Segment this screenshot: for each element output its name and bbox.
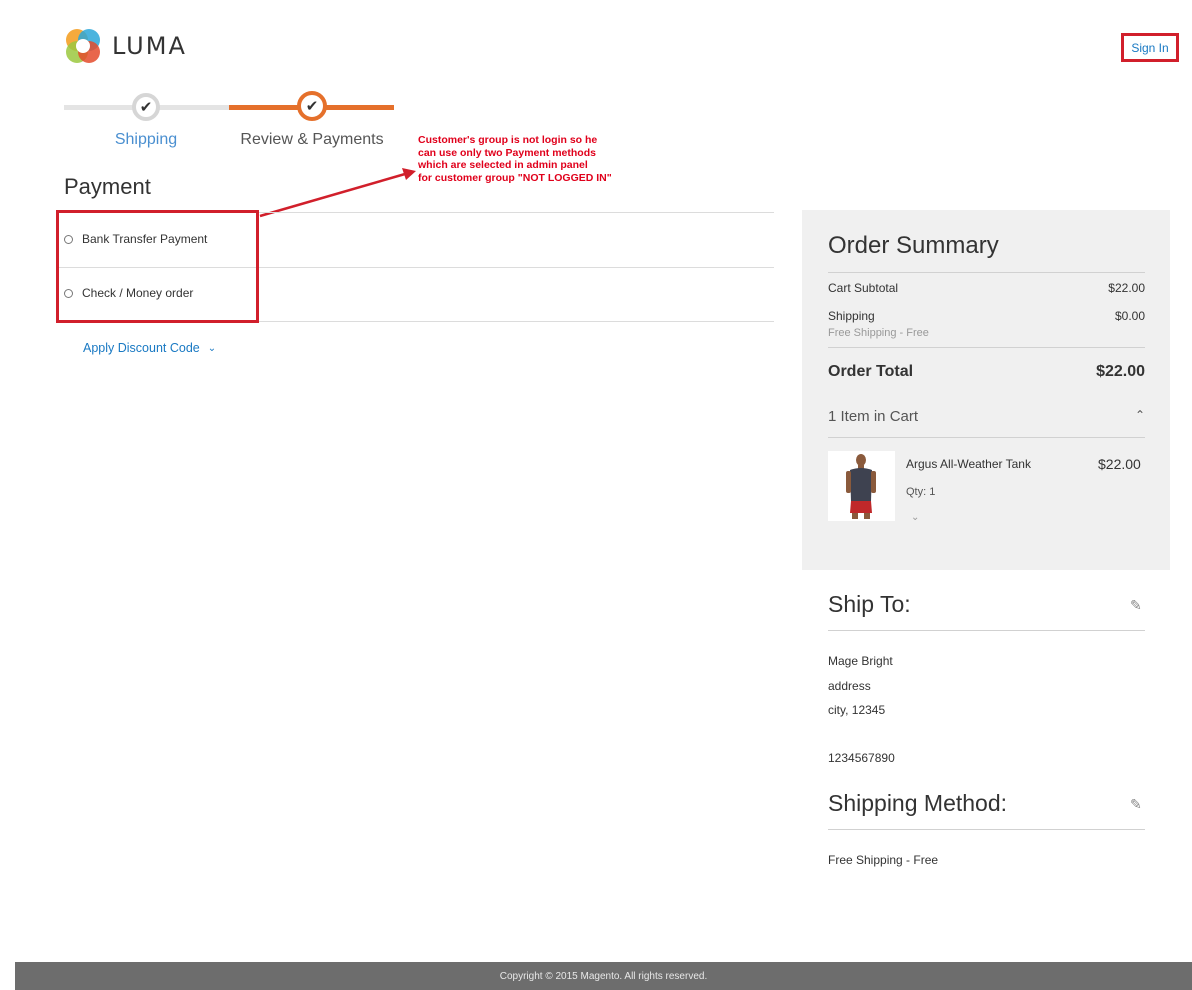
shipping-method-value: Free Shipping - Free <box>828 853 939 867</box>
order-summary-title: Order Summary <box>828 232 999 259</box>
product-name: Argus All-Weather Tank <box>906 457 1031 471</box>
footer: Copyright © 2015 Magento. All rights res… <box>15 962 1192 990</box>
items-in-cart-toggle[interactable]: 1 Item in Cart ⌃ <box>828 408 1145 425</box>
ship-to-phone: 1234567890 <box>828 751 895 765</box>
step-review-label: Review & Payments <box>240 131 384 148</box>
cart-subtotal-row: Cart Subtotal $22.00 <box>828 281 1145 295</box>
logo-text: LUMA <box>112 32 187 60</box>
sign-in-highlight: Sign In <box>1121 33 1179 62</box>
order-total-row: Order Total $22.00 <box>828 363 1145 381</box>
ship-to-title: Ship To: <box>828 591 911 617</box>
step-review-check-icon: ✔ <box>297 91 327 121</box>
edit-pencil-icon[interactable]: ✎ <box>1130 796 1142 813</box>
product-qty: Qty: 1 <box>906 486 936 498</box>
apply-discount-label: Apply Discount Code <box>83 341 200 355</box>
shipping-value: $0.00 <box>1114 309 1145 323</box>
shipping-label: Shipping <box>828 309 875 323</box>
chevron-down-icon[interactable]: ⌄ <box>911 512 919 523</box>
order-total-value: $22.00 <box>1096 363 1145 380</box>
ship-to-name: Mage Bright <box>828 654 893 668</box>
annotation-note: Customer's group is not login so he can … <box>418 134 718 184</box>
product-thumbnail[interactable] <box>828 451 895 521</box>
edit-pencil-icon[interactable]: ✎ <box>1130 597 1142 614</box>
divider <box>828 829 1145 830</box>
ship-to-city: city, 12345 <box>828 703 886 717</box>
shipping-method-sub: Free Shipping - Free <box>828 327 929 339</box>
footer-copyright: Copyright © 2015 Magento. All rights res… <box>499 970 708 982</box>
step-shipping-check-icon: ✔ <box>132 93 160 121</box>
divider <box>828 630 1145 631</box>
step-shipping-label[interactable]: Shipping <box>61 131 231 149</box>
product-price: $22.00 <box>1098 456 1141 472</box>
luma-logo[interactable]: LUMA <box>64 27 187 65</box>
product-image-icon <box>846 454 876 519</box>
annotation-line: which are selected in admin panel <box>418 159 588 171</box>
sign-in-link[interactable]: Sign In <box>1131 41 1168 55</box>
cart-subtotal-value: $22.00 <box>1108 281 1145 295</box>
shipping-method-title: Shipping Method: <box>828 790 1008 816</box>
shipping-row: Shipping $0.00 <box>828 309 1145 323</box>
luma-logo-icon <box>64 27 102 65</box>
payment-methods-highlight <box>56 210 259 323</box>
annotation-line: Customer's group is not login so he <box>418 134 598 146</box>
annotation-line: for customer group "NOT LOGGED IN" <box>418 171 612 184</box>
apply-discount-toggle[interactable]: Apply Discount Code ⌄ <box>83 341 216 355</box>
annotation-line: can use only two Payment methods <box>418 146 596 159</box>
chevron-down-icon: ⌄ <box>207 342 217 354</box>
payment-title: Payment <box>64 174 151 199</box>
divider <box>828 437 1145 438</box>
ship-to-address: address <box>828 679 871 693</box>
items-in-cart-label: 1 Item in Cart <box>828 408 919 425</box>
order-total-label: Order Total <box>828 363 914 380</box>
cart-subtotal-label: Cart Subtotal <box>828 281 899 295</box>
divider <box>828 272 1145 273</box>
divider <box>828 347 1145 348</box>
chevron-up-icon: ⌃ <box>1134 408 1145 422</box>
